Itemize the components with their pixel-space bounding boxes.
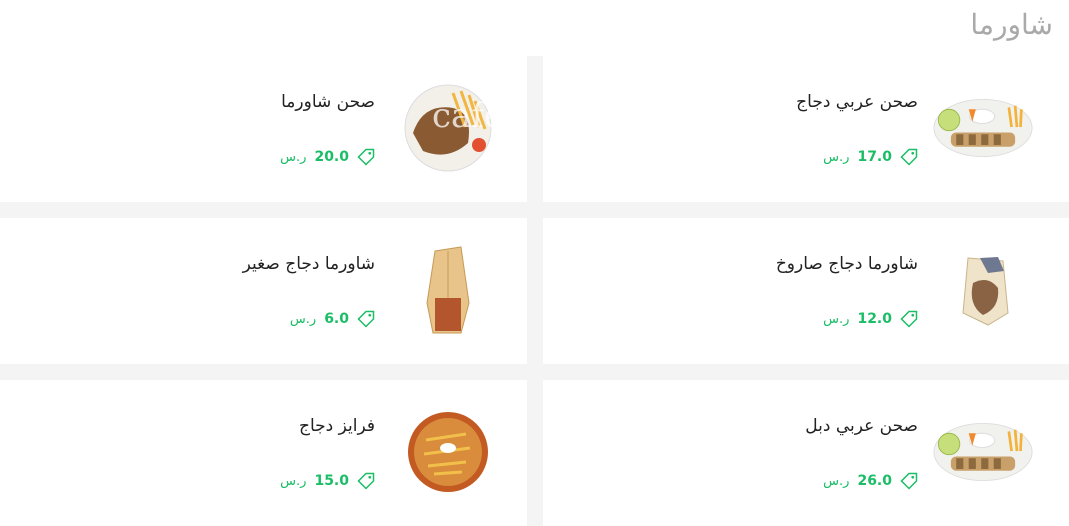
price-value: 17.0 bbox=[857, 149, 892, 165]
price-tag-icon bbox=[357, 472, 375, 490]
item-name: صحن شاورما bbox=[281, 92, 375, 112]
price-row: ر.س 26.0 bbox=[823, 472, 918, 490]
item-name: صحن عربي دجاج bbox=[796, 92, 918, 112]
price-tag-icon bbox=[357, 148, 375, 166]
price-row: ر.س 15.0 bbox=[280, 472, 375, 490]
price-tag-icon bbox=[357, 310, 375, 328]
platter-image bbox=[933, 402, 1033, 502]
item-name: شاورما دجاج صغير bbox=[242, 254, 375, 274]
section-title: شاورما bbox=[970, 8, 1053, 41]
currency-label: ر.س bbox=[823, 150, 850, 165]
menu-item-card[interactable]: فرايز دجاج ر.س 15.0 bbox=[0, 380, 527, 526]
menu-item-card[interactable]: صحن عربي دبل ر.س 26.0 bbox=[543, 380, 1069, 526]
price-value: 26.0 bbox=[857, 473, 892, 489]
price-value: 6.0 bbox=[324, 311, 349, 327]
menu-item-card[interactable]: شاورما دجاج صغير ر.س 6.0 bbox=[0, 218, 527, 364]
wrap-image bbox=[398, 240, 498, 340]
price-row: ر.س 6.0 bbox=[290, 310, 375, 328]
price-tag-icon bbox=[900, 472, 918, 490]
price-value: 20.0 bbox=[314, 149, 349, 165]
currency-label: ر.س bbox=[289, 312, 317, 327]
menu-item-card[interactable]: شاورما دجاج صاروخ ر.س 12.0 bbox=[543, 218, 1069, 364]
wrap-image bbox=[933, 240, 1033, 340]
currency-label: ر.س bbox=[280, 474, 307, 489]
price-value: 15.0 bbox=[314, 473, 349, 489]
currency-label: ر.س bbox=[823, 312, 850, 327]
price-row: ر.س 20.0 bbox=[280, 148, 375, 166]
price-tag-icon bbox=[900, 310, 918, 328]
price-row: ر.س 12.0 bbox=[823, 310, 918, 328]
price-row: ر.س 17.0 bbox=[823, 148, 918, 166]
item-name: صحن عربي دبل bbox=[805, 416, 918, 436]
currency-label: ر.س bbox=[280, 150, 307, 165]
menu-item-card[interactable]: صحن شاورما ر.س 20.0 bbox=[0, 56, 527, 202]
price-value: 12.0 bbox=[857, 311, 892, 327]
platter-image bbox=[933, 78, 1033, 178]
fries-image bbox=[398, 402, 498, 502]
shawarma-plate-image bbox=[398, 78, 498, 178]
currency-label: ر.س bbox=[823, 474, 850, 489]
page-header: شاورما bbox=[0, 0, 1069, 56]
price-tag-icon bbox=[900, 148, 918, 166]
item-name: فرايز دجاج bbox=[299, 416, 375, 436]
menu-item-card[interactable]: صحن عربي دجاج ر.س 17.0 bbox=[543, 56, 1069, 202]
item-name: شاورما دجاج صاروخ bbox=[775, 254, 918, 274]
